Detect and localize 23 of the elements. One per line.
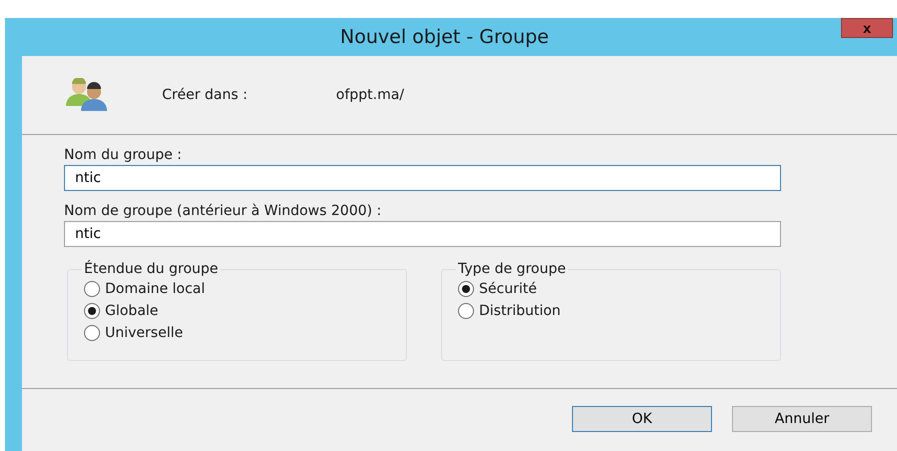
field-label: Nom du groupe : <box>64 147 183 163</box>
create-in-value: ofppt.ma/ <box>336 87 404 103</box>
radio-button[interactable] <box>84 303 100 319</box>
text-field[interactable]: ntic <box>64 165 781 191</box>
users-icon <box>64 78 110 112</box>
radio-button[interactable] <box>84 325 100 341</box>
group-title: Étendue du groupe <box>83 261 220 277</box>
radio-option[interactable]: Universelle <box>84 325 392 341</box>
radio-option[interactable]: Globale <box>84 303 392 319</box>
radio-option[interactable]: Domaine local <box>84 281 392 297</box>
text-field[interactable]: ntic <box>64 221 781 247</box>
dialog-button[interactable]: OK <box>572 406 712 432</box>
create-in-label: Créer dans : <box>162 87 248 103</box>
radio-option[interactable]: Sécurité <box>458 281 766 297</box>
radio-button[interactable] <box>458 281 474 297</box>
radio-button[interactable] <box>458 303 474 319</box>
close-button[interactable]: x <box>841 18 893 38</box>
dialog-button[interactable]: Annuler <box>732 406 872 432</box>
window-title: Nouvel objet - Groupe <box>340 26 549 48</box>
radio-button[interactable] <box>84 281 100 297</box>
group-title: Type de groupe <box>457 261 567 277</box>
radio-option[interactable]: Distribution <box>458 303 766 319</box>
field-label: Nom de groupe (antérieur à Windows 2000) : <box>64 203 382 219</box>
